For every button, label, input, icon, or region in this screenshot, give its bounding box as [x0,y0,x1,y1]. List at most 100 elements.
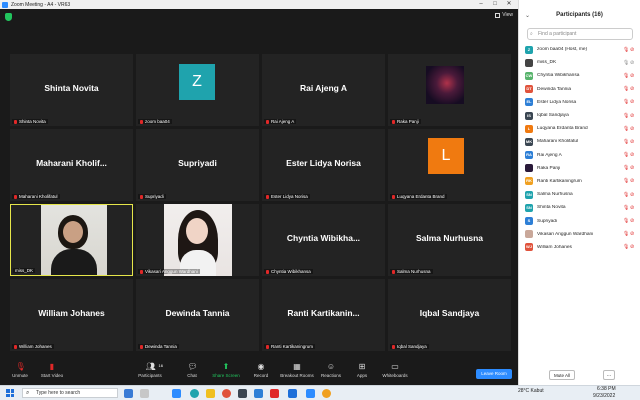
clock-date[interactable]: 9/23/2022 [593,393,615,399]
video-off-icon: ⊘ [630,138,635,145]
video-tile-active-speaker[interactable]: miss_DK [10,204,133,276]
participants-button[interactable]: 👥︎ 16 Participants [130,363,170,379]
participant-row[interactable]: IS Iqbal Sandjaya 🎙︎ ⊘ [525,109,637,122]
tile-caption-text: Luqyana Erdanta Brand [397,194,445,199]
participant-name: Chyntia Wibikhansa [537,73,580,79]
participant-video [164,204,232,276]
share-screen-label: Share Screen [212,373,240,378]
video-tile[interactable]: Maharani Kholif... Maharani Kholifatul [10,129,133,201]
participant-name: zoom baa04 (Host, me) [537,47,588,53]
participant-row[interactable]: CW Chyntia Wibikhansa 🎙︎ ⊘ [525,69,637,82]
tile-display-name: Maharani Kholif... [36,158,107,168]
minimize-icon[interactable]: – [474,0,488,9]
avatar [525,164,533,173]
weather-text[interactable]: 28°C Kabut [518,388,544,394]
participant-row[interactable]: EL Ester Lidya Norisa 🎙︎ ⊘ [525,96,637,109]
windows-start-icon[interactable] [6,389,14,397]
start-video-button[interactable]: ▮ Start Video [32,362,72,379]
zoom-taskbar-icon[interactable] [306,389,315,398]
participant-row[interactable]: DT Dewinda Tannia 🎙︎ ⊘ [525,83,637,96]
video-tile[interactable]: Rai Ajeng A Rai Ajeng A [262,54,385,126]
participant-row[interactable]: SN Salma Nurhusna 🎙︎ ⊘ [525,188,637,201]
tile-display-name: Salma Nurhusna [415,233,484,243]
gallery-grid: Shinta Novita Shinta Novita Z zoom baa04… [10,54,511,351]
muted-mic-icon [140,119,143,124]
search-icon: ⌕ [530,31,533,37]
tile-caption: Salma Nurhusna [390,269,433,274]
view-button[interactable]: View [495,12,513,18]
muted-mic-icon: 🎙︎ [623,112,630,119]
security-shield-icon[interactable] [5,13,12,21]
windows-taskbar: ⌕ Type here to search 28°C Kabut 6:38 PM… [0,385,640,400]
video-tile[interactable]: Salma Nurhusna Salma Nurhusna [388,204,511,276]
avatar: Z [179,64,215,100]
video-tile[interactable]: L Luqyana Erdanta Brand [388,129,511,201]
participant-row[interactable]: MK Maharani Kholifatul 🎙︎ ⊘ [525,135,637,148]
zoom-app-icon[interactable] [172,389,181,398]
participant-row[interactable]: WJ William Johanes 🎙︎ ⊘ [525,241,637,254]
participant-row[interactable]: S Supriyadi 🎙︎ ⊘ [525,214,637,227]
store-icon[interactable] [238,389,247,398]
file-explorer-icon[interactable] [206,389,215,398]
search-placeholder: Find a participant [538,31,577,37]
word-icon[interactable] [288,389,297,398]
tile-caption: Supriyadi [138,194,166,199]
participant-row[interactable]: Zzoom baa04 (Host, me) 🎙︎ ⊘ [525,43,637,56]
leave-room-button[interactable]: Leave Room [476,369,512,379]
video-tile[interactable]: Raka Panji [388,54,511,126]
whiteboards-button[interactable]: ▭ Whiteboards [375,362,415,379]
video-tile[interactable]: Supriyadi Supriyadi [136,129,259,201]
video-tile[interactable]: Ranti Kartikanin... Ranti Kartikaningrum [262,279,385,351]
video-tile[interactable]: Vikasari Anggun Wardhani [136,204,259,276]
clock-time[interactable]: 6:38 PM [597,386,616,392]
video-tile[interactable]: Dewinda Tannia Dewinda Tannia [136,279,259,351]
muted-mic-icon: 🎙︎ [623,46,630,53]
avatar: WJ [525,243,533,252]
chrome-icon[interactable] [322,389,331,398]
video-off-icon: ⊘ [630,125,635,132]
search-icon: ⌕ [26,390,30,396]
close-icon[interactable]: ✕ [502,0,516,9]
edge-browser-icon[interactable] [190,389,199,398]
tile-caption: William Johanes [12,344,54,349]
video-tile[interactable]: Chyntia Wibikha... Chyntia Wibikhansa [262,204,385,276]
video-off-icon: ⊘ [630,59,635,66]
participant-row[interactable]: Raka Panji 🎙︎ ⊘ [525,162,637,175]
participant-row[interactable]: Vikasari Anggun Wardhani 🎙︎ ⊘ [525,228,637,241]
participant-row[interactable]: RA Rai Ajeng A 🎙︎ ⊘ [525,149,637,162]
maximize-icon[interactable]: □ [488,0,502,9]
video-off-icon: ⊘ [630,99,635,106]
video-off-icon: ▮ [49,362,55,371]
avatar: EL [525,98,533,107]
video-tile[interactable]: Shinta Novita Shinta Novita [10,54,133,126]
avatar: SN [525,203,533,212]
app-icon[interactable] [140,389,149,398]
mute-all-button[interactable]: Mute All [549,370,575,380]
video-tile[interactable]: Z zoom baa04 [136,54,259,126]
share-screen-button[interactable]: ⬆︎ Share Screen [206,363,246,379]
mail-icon[interactable] [254,389,263,398]
video-tile[interactable]: Iqbal Sandjaya Iqbal Sandjaya [388,279,511,351]
video-tile[interactable]: Ester Lidya Norisa Ester Lidya Norisa [262,129,385,201]
task-view-icon[interactable] [124,389,133,398]
participant-search-input[interactable]: ⌕ Find a participant [527,28,633,40]
record-button[interactable]: ◉ Record [241,363,281,379]
media-app-icon[interactable] [270,389,279,398]
avatar: CW [525,71,533,80]
whiteboard-icon: ▭ [391,362,399,371]
participant-row[interactable]: SN Shinta Novita 🎙︎ ⊘ [525,201,637,214]
participant-row[interactable]: miss_DK 🎙︎ ⊘ [525,56,637,69]
avatar: L [525,124,533,133]
muted-mic-icon [392,344,395,349]
tile-caption: miss_DK [13,268,36,273]
firefox-icon[interactable] [222,389,231,398]
tile-caption: Shinta Novita [12,119,48,124]
video-tile[interactable]: William Johanes William Johanes [10,279,133,351]
tile-caption-text: Salma Nurhusna [397,269,431,274]
taskbar-search-input[interactable]: ⌕ Type here to search [22,388,118,398]
participant-row[interactable]: L Luqyana Erdanta Brand 🎙︎ ⊘ [525,122,637,135]
more-options-button[interactable]: ... [603,370,615,380]
muted-mic-icon [14,119,17,124]
participant-row[interactable]: RK Ranti Kartikaningrum 🎙︎ ⊘ [525,175,637,188]
avatar: IS [525,111,533,120]
